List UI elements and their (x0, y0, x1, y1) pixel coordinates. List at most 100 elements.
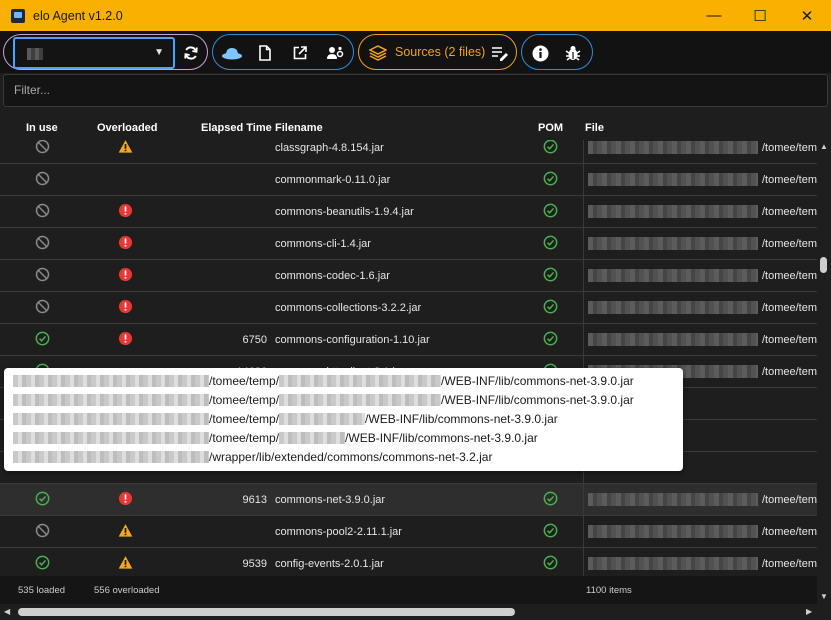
warning-icon (118, 523, 133, 541)
edit-list-icon[interactable] (489, 42, 511, 64)
tooltip-line: /wrapper/lib/extended/commons/commons-ne… (13, 447, 683, 466)
file-path-cell: /tomee/tem (583, 164, 817, 195)
redacted-path (279, 431, 346, 444)
in-use-check-icon (35, 555, 50, 573)
redacted-path (588, 525, 758, 538)
elapsed-time-cell (160, 228, 267, 259)
column-header-overloaded[interactable]: Overloaded (97, 122, 158, 134)
file-path-cell: /tomee/tem (583, 324, 817, 355)
in-use-cell (32, 228, 52, 259)
overloaded-cell (115, 260, 135, 291)
file-path-cell: /tomee/tem (583, 484, 817, 515)
redacted-path (13, 450, 209, 463)
pom-check-icon (543, 140, 558, 157)
refresh-icon[interactable] (180, 42, 202, 64)
horizontal-scroll-thumb[interactable] (18, 608, 515, 616)
file-path-cell: /tomee/tem (583, 260, 817, 291)
elapsed-time-cell (160, 260, 267, 291)
not-used-icon (35, 203, 50, 221)
horizontal-scrollbar[interactable]: ◀ ▶ (0, 604, 831, 620)
file-paths-tooltip: /tomee/temp/ /WEB-INF/lib/commons-net-3.… (4, 368, 683, 471)
filter-box (3, 74, 828, 107)
pom-cell (540, 164, 560, 195)
file-path-suffix: /tomee/tem (761, 333, 817, 346)
not-used-icon (35, 140, 50, 157)
error-icon (118, 491, 133, 509)
redacted-path (588, 205, 758, 218)
scroll-down-arrow-icon[interactable]: ▼ (820, 592, 828, 601)
error-icon (118, 267, 133, 285)
maximize-button[interactable]: ☐ (737, 0, 783, 31)
scroll-right-arrow-icon[interactable]: ▶ (806, 607, 812, 616)
open-external-icon[interactable] (289, 42, 311, 64)
pom-check-icon (543, 555, 558, 573)
in-use-cell (32, 484, 52, 515)
elapsed-time-cell (160, 516, 267, 547)
table-row[interactable]: commons-beanutils-1.9.4.jar/tomee/tem (0, 196, 817, 228)
hat-icon[interactable] (219, 42, 245, 64)
column-header-pom[interactable]: POM (538, 122, 563, 134)
not-used-icon (35, 267, 50, 285)
file-path-cell: /tomee/tem (583, 292, 817, 323)
error-icon (118, 203, 133, 221)
tooltip-path-text: /tomee/temp/ (209, 373, 280, 388)
in-use-check-icon (35, 331, 50, 349)
filename-cell: commons-collections-3.2.2.jar (275, 301, 422, 314)
filename-cell: commons-cli-1.4.jar (275, 237, 371, 250)
filter-input[interactable] (14, 83, 814, 97)
file-path-suffix: /tomee/tem (761, 141, 817, 154)
tooltip-path-text: /WEB-INF/lib/commons-net-3.9.0.jar (345, 430, 538, 445)
column-header-file[interactable]: File (585, 122, 604, 134)
table-row[interactable]: 6750 commons-configuration-1.10.jar/tomee… (0, 324, 817, 356)
info-icon[interactable] (529, 42, 551, 64)
in-use-cell (32, 548, 52, 576)
project-combobox[interactable]: ▼ (13, 37, 175, 69)
sources-button[interactable]: Sources (2 files) (395, 45, 485, 59)
column-header-in-use[interactable]: In use (26, 122, 58, 134)
overloaded-cell (115, 516, 135, 547)
table-row[interactable]: commons-collections-3.2.2.jar/tomee/tem (0, 292, 817, 324)
redacted-path (588, 493, 758, 506)
not-used-icon (35, 523, 50, 541)
filename-cell: config-events-2.0.1.jar (275, 557, 384, 570)
document-icon[interactable] (254, 42, 276, 64)
warning-icon (118, 555, 133, 573)
table-row[interactable]: commons-pool2-2.11.1.jar/tomee/tem (0, 516, 817, 548)
file-path-suffix: /tomee/tem (761, 269, 817, 282)
in-use-cell (32, 516, 52, 547)
in-use-cell (32, 292, 52, 323)
title-bar: elo Agent v1.2.0 — ☐ ✕ (0, 0, 831, 31)
scroll-left-arrow-icon[interactable]: ◀ (4, 607, 10, 616)
minimize-button[interactable]: — (691, 0, 737, 31)
pom-cell (540, 484, 560, 515)
elapsed-time-cell (160, 196, 267, 227)
pom-cell (540, 324, 560, 355)
table-row[interactable]: commonmark-0.11.0.jar/tomee/tem (0, 164, 817, 196)
pom-check-icon (543, 171, 558, 189)
overloaded-cell (115, 164, 135, 195)
close-button[interactable]: ✕ (784, 0, 830, 31)
redacted-path (279, 412, 366, 425)
user-settings-icon[interactable] (324, 42, 346, 64)
table-row[interactable]: classgraph-4.8.154.jar/tomee/tem (0, 140, 817, 164)
vertical-scrollbar[interactable]: ▲ ▼ (817, 140, 831, 604)
tooltip-line: /tomee/temp/ /WEB-INF/lib/commons-net-3.… (13, 371, 683, 390)
pom-check-icon (543, 299, 558, 317)
redacted-path (588, 173, 758, 186)
elapsed-time-cell: 9539 (242, 557, 267, 570)
table-row[interactable]: 9613 commons-net-3.9.0.jar/tomee/tem (0, 484, 817, 516)
bug-icon[interactable] (562, 42, 584, 64)
file-path-suffix: /tomee/tem (761, 173, 817, 186)
redacted-path (279, 374, 442, 387)
table-row[interactable]: commons-codec-1.6.jar/tomee/tem (0, 260, 817, 292)
scroll-up-arrow-icon[interactable]: ▲ (820, 142, 828, 151)
vertical-scroll-thumb[interactable] (820, 257, 827, 273)
column-header-filename[interactable]: Filename (275, 122, 323, 134)
stack-icon[interactable] (367, 42, 389, 64)
help-group (521, 34, 593, 70)
column-header-elapsed-time[interactable]: Elapsed Time (201, 122, 272, 134)
pom-check-icon (543, 267, 558, 285)
table-row[interactable]: 9539 config-events-2.0.1.jar/tomee/tem (0, 548, 817, 576)
redacted-path (588, 333, 758, 346)
table-row[interactable]: commons-cli-1.4.jar/tomee/tem (0, 228, 817, 260)
